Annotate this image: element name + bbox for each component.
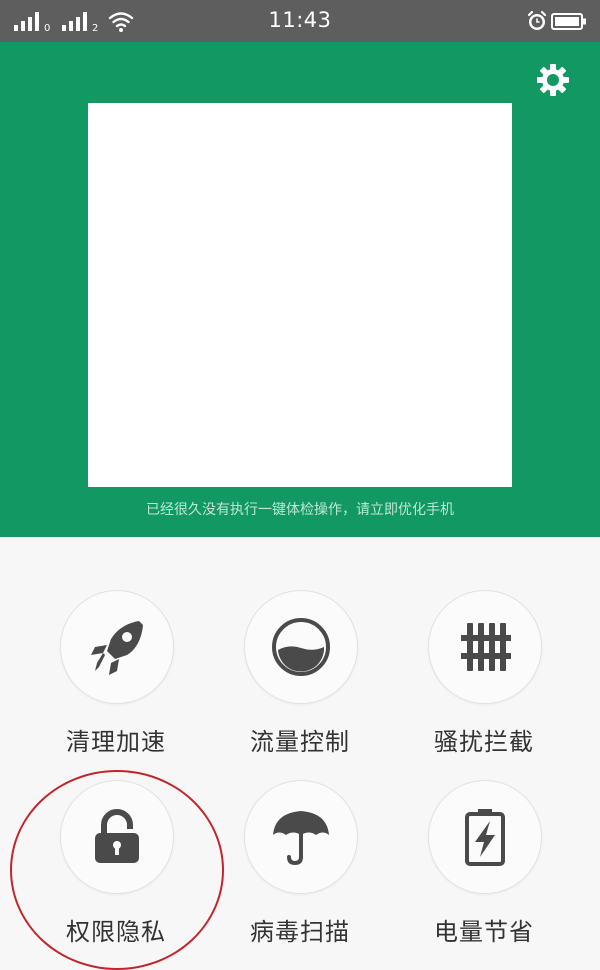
tool-label: 电量节省 bbox=[434, 918, 534, 946]
battery-charge-icon bbox=[465, 809, 505, 866]
data-gauge-icon bbox=[272, 618, 330, 676]
tool-label: 骚扰拦截 bbox=[434, 728, 534, 756]
tool-label: 流量控制 bbox=[250, 728, 350, 756]
tool-harassment-block[interactable]: 骚扰拦截 bbox=[395, 590, 575, 760]
fence-icon bbox=[461, 623, 511, 671]
rocket-icon bbox=[91, 621, 143, 675]
tool-label: 清理加速 bbox=[66, 728, 166, 756]
lock-icon bbox=[95, 809, 139, 863]
tool-virus-scan[interactable]: 病毒扫描 bbox=[211, 780, 391, 950]
umbrella-icon bbox=[273, 811, 329, 866]
tool-power-save[interactable]: 电量节省 bbox=[395, 780, 575, 950]
alarm-icon bbox=[527, 10, 547, 30]
tool-label: 病毒扫描 bbox=[250, 918, 350, 946]
clock: 11:43 bbox=[268, 8, 332, 32]
tool-circle[interactable] bbox=[428, 590, 542, 704]
gear-icon[interactable] bbox=[535, 62, 571, 98]
tool-clean-boost[interactable]: 清理加速 bbox=[27, 590, 207, 760]
tool-circle[interactable] bbox=[60, 780, 174, 894]
tool-permission-privacy[interactable]: 权限隐私 bbox=[27, 780, 207, 950]
tool-circle[interactable] bbox=[60, 590, 174, 704]
battery-icon bbox=[551, 13, 586, 30]
tool-label: 权限隐私 bbox=[66, 918, 166, 946]
tool-data-control[interactable]: 流量控制 bbox=[211, 590, 391, 760]
hint-text: 已经很久没有执行一键体检操作，请立即优化手机 bbox=[146, 502, 454, 518]
tool-circle[interactable] bbox=[244, 590, 358, 704]
tool-circle[interactable] bbox=[428, 780, 542, 894]
tool-circle[interactable] bbox=[244, 780, 358, 894]
alarm-battery-icons bbox=[527, 10, 586, 30]
health-check-panel bbox=[88, 103, 512, 487]
status-bar: 0 2 11:43 bbox=[0, 0, 600, 42]
